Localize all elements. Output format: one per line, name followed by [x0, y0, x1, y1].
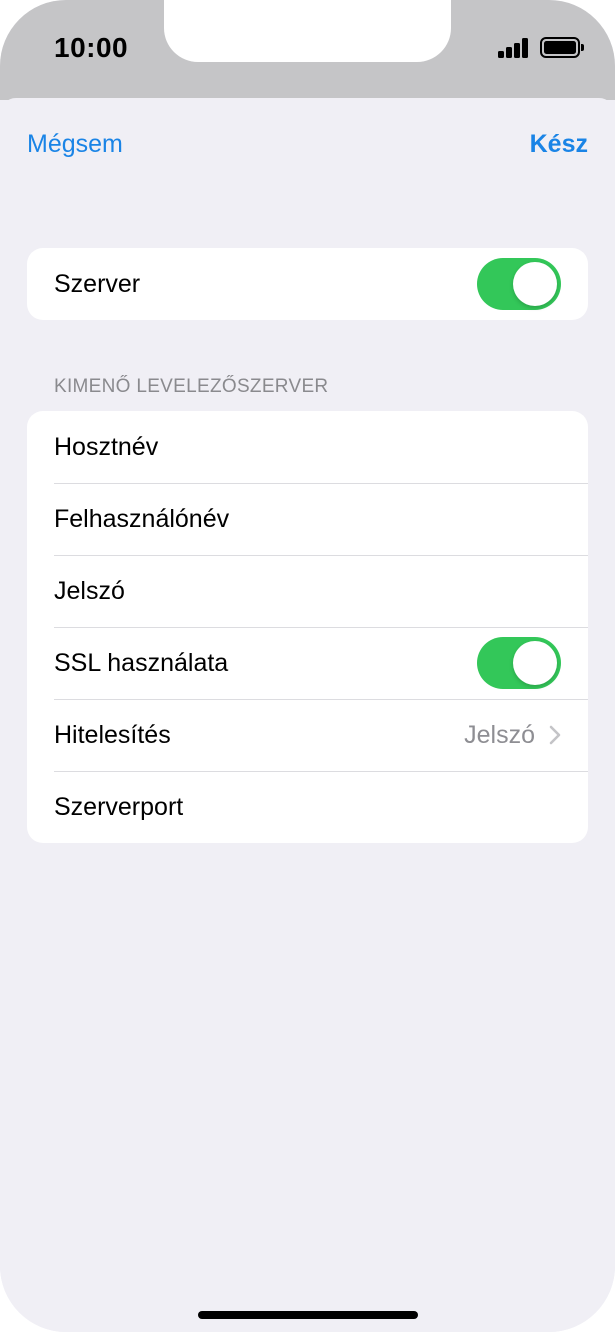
server-toggle[interactable] [477, 258, 561, 310]
username-row[interactable]: Felhasználónév [27, 483, 588, 555]
cancel-button[interactable]: Mégsem [27, 130, 123, 159]
status-time: 10:00 [54, 32, 129, 63]
ssl-label: SSL használata [54, 648, 229, 677]
notch [164, 0, 451, 62]
battery-icon [540, 37, 584, 58]
authentication-row[interactable]: Hitelesítés Jelszó [27, 699, 588, 771]
ssl-row: SSL használata [27, 627, 588, 699]
server-row: Szerver [27, 248, 588, 320]
outgoing-server-group: Hosztnév Felhasználónév Jelszó SSL haszn… [27, 411, 588, 843]
hostname-row[interactable]: Hosztnév [27, 411, 588, 483]
done-button[interactable]: Kész [530, 130, 588, 159]
password-label: Jelszó [54, 576, 125, 605]
toggle-knob [513, 641, 557, 685]
server-group: Szerver [27, 248, 588, 320]
chevron-right-icon [549, 725, 561, 745]
server-label: Szerver [54, 269, 141, 298]
toggle-knob [513, 262, 557, 306]
server-port-row[interactable]: Szerverport [27, 771, 588, 843]
ssl-toggle[interactable] [477, 637, 561, 689]
hostname-label: Hosztnév [54, 432, 159, 461]
status-bar: 10:00 [0, 0, 615, 100]
authentication-value: Jelszó [464, 720, 535, 749]
password-row[interactable]: Jelszó [27, 555, 588, 627]
authentication-label: Hitelesítés [54, 720, 171, 749]
home-indicator[interactable] [198, 1311, 418, 1319]
outgoing-server-header: KIMENŐ LEVELEZŐSZERVER [54, 376, 329, 397]
phone-screen: 10:00 Mégsem Kész Szerver KIMENŐ LEVELEZ… [0, 0, 615, 1332]
username-label: Felhasználónév [54, 504, 230, 533]
cellular-signal-icon [498, 38, 530, 58]
server-port-label: Szerverport [54, 792, 184, 821]
